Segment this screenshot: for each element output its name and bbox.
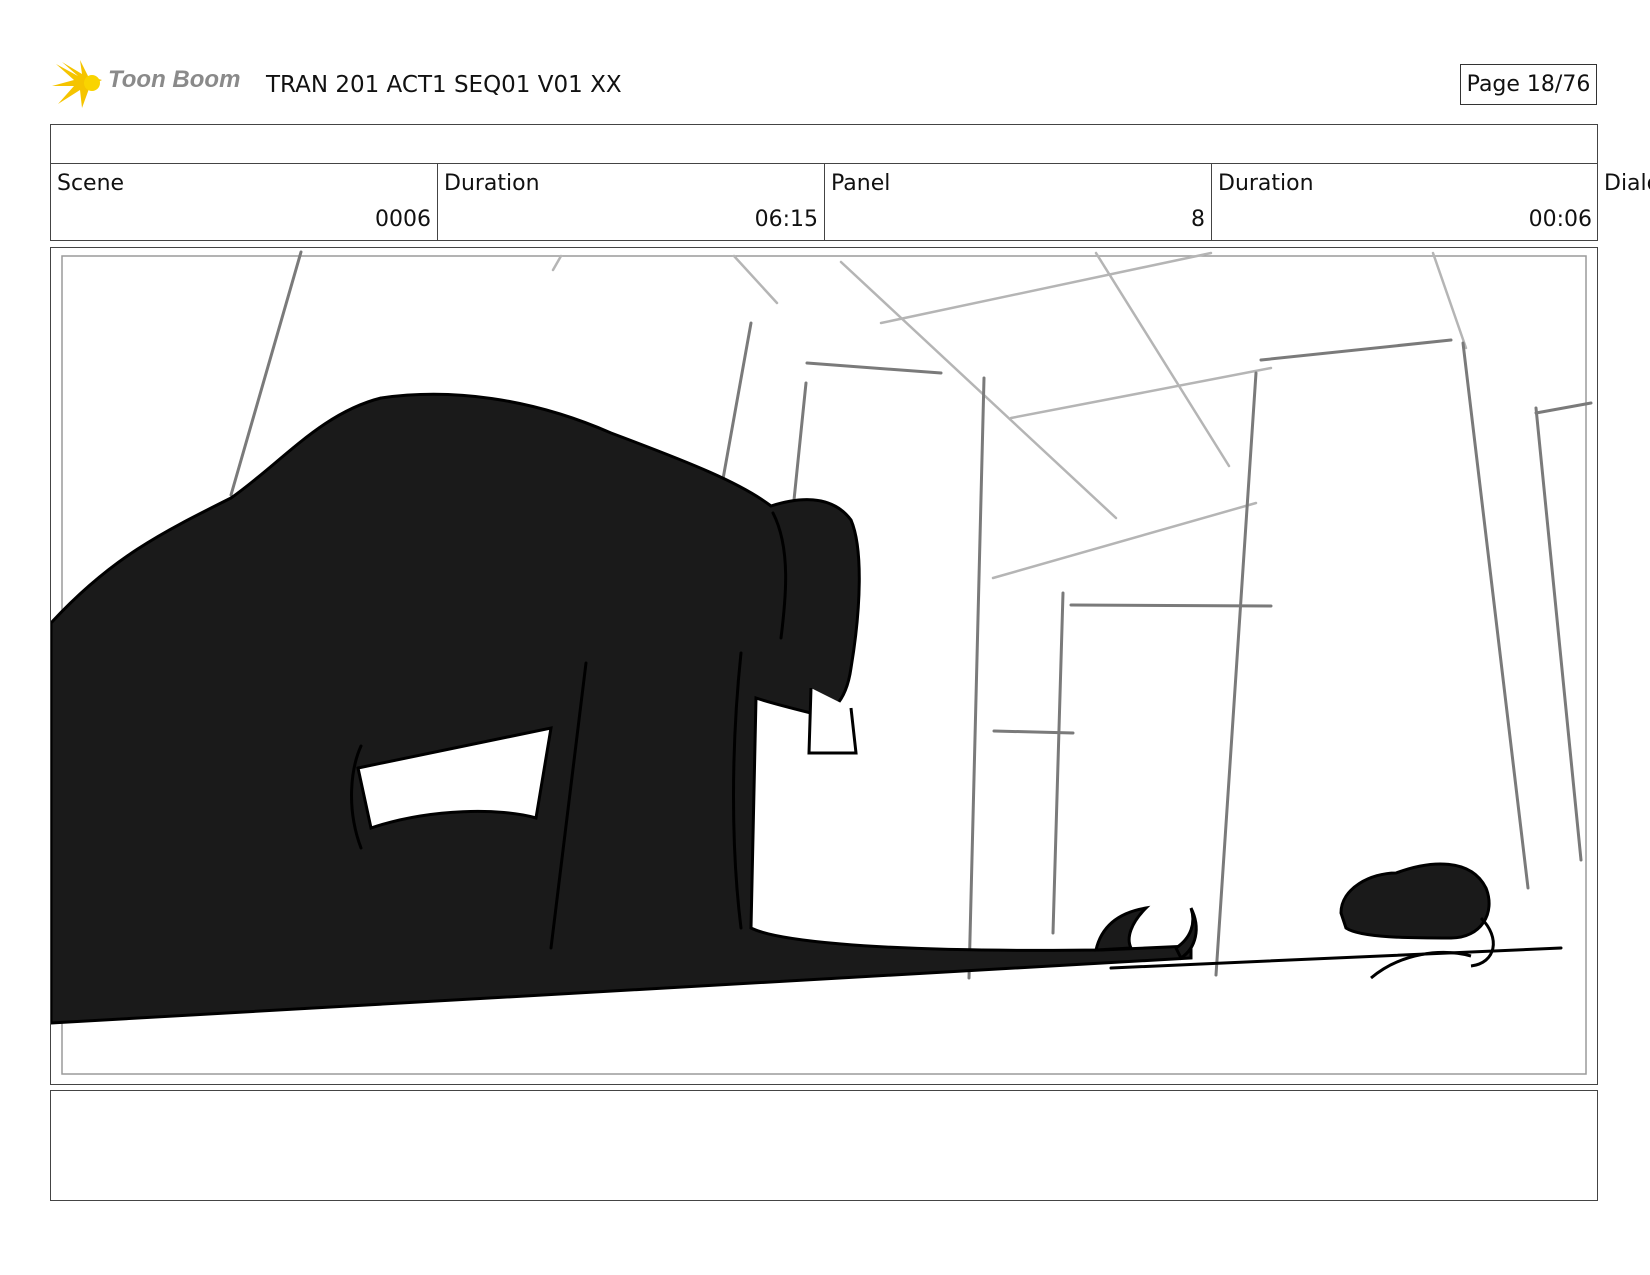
scene-cell: Scene 0006 xyxy=(51,163,438,240)
panel-duration-label: Duration xyxy=(1218,171,1314,196)
page-indicator: Page 18/76 xyxy=(1460,64,1597,105)
scene-label: Scene xyxy=(57,171,125,196)
panel-duration-value: 00:06 xyxy=(1528,207,1592,232)
storyboard-panel xyxy=(50,247,1598,1085)
panel-duration-cell: Duration 00:06 xyxy=(1212,163,1598,240)
scene-duration-cell: Duration 06:15 xyxy=(438,163,825,240)
scene-duration-label: Duration xyxy=(444,171,540,196)
dialogue-label: Dialo xyxy=(1604,171,1650,196)
notes-box xyxy=(50,1090,1598,1201)
brand-name: Toon Boom xyxy=(108,66,241,93)
scene-value: 0006 xyxy=(375,207,431,232)
panel-label: Panel xyxy=(831,171,891,196)
panel-cell: Panel 8 xyxy=(825,163,1212,240)
document-title: TRAN 201 ACT1 SEQ01 V01 XX xyxy=(266,72,622,98)
panel-info-row: Scene 0006 Duration 06:15 Panel 8 Durati… xyxy=(50,163,1598,241)
toon-boom-logo: Toon Boom xyxy=(52,58,252,112)
panel-value: 8 xyxy=(1191,207,1205,232)
sequence-strip xyxy=(50,124,1598,164)
scene-duration-value: 06:15 xyxy=(754,207,818,232)
starburst-icon xyxy=(52,60,102,108)
storyboard-sketch-image xyxy=(51,250,1593,1075)
